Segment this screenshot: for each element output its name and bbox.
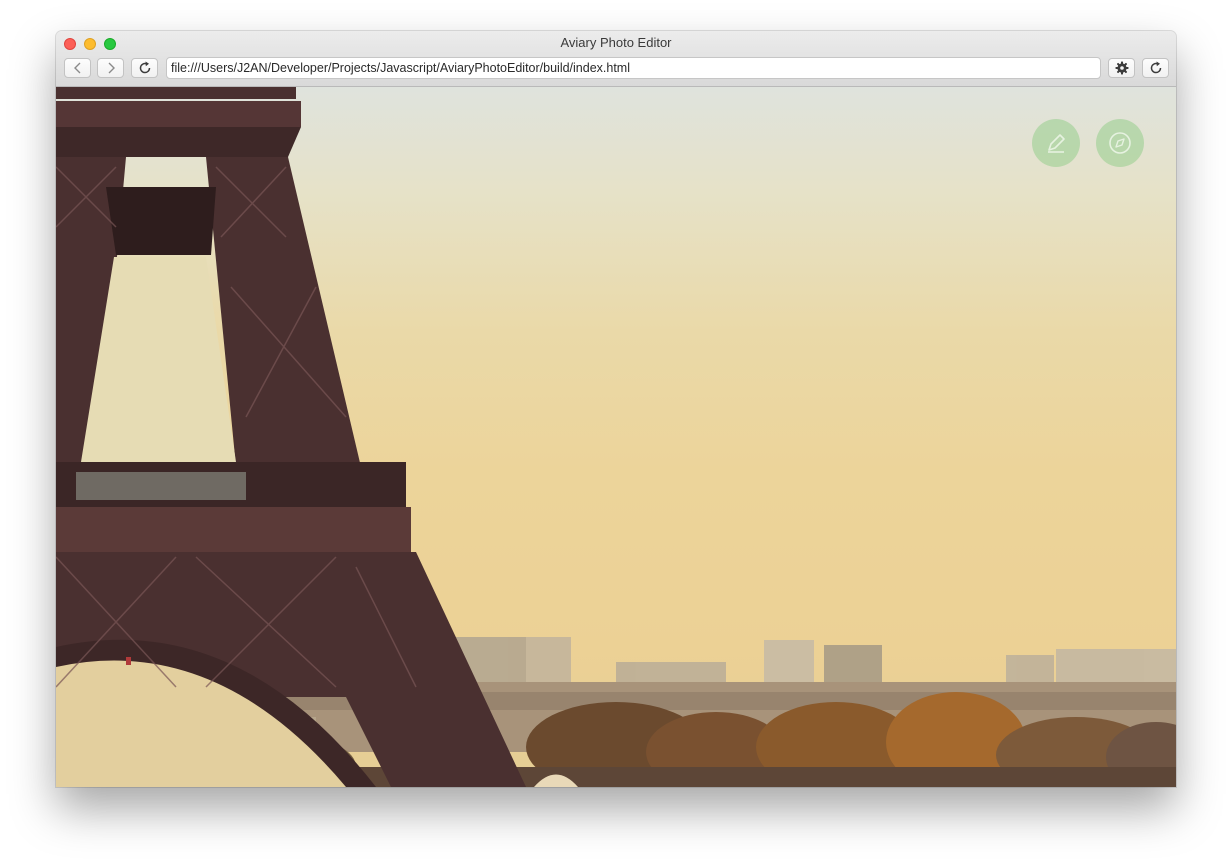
back-button[interactable]	[64, 58, 91, 78]
reload-icon	[139, 61, 150, 74]
eiffel-tower-photo	[56, 87, 1176, 787]
chevron-left-icon	[73, 62, 80, 74]
address-bar[interactable]: file:///Users/J2AN/Developer/Projects/Ja…	[166, 57, 1101, 79]
explore-button[interactable]	[1096, 119, 1144, 167]
pencil-icon	[1048, 134, 1065, 153]
compass-icon	[1109, 132, 1131, 154]
reload-icon	[1150, 61, 1161, 74]
refresh-button[interactable]	[1142, 58, 1169, 78]
reload-button[interactable]	[131, 58, 158, 78]
edit-photo-button[interactable]	[1032, 119, 1080, 167]
photo-viewport	[56, 87, 1176, 787]
tower-structure	[56, 87, 526, 787]
gear-icon	[1115, 61, 1128, 75]
flag	[126, 657, 131, 665]
browser-window: Aviary Photo Editor file:///Users/J2AN/D…	[56, 31, 1176, 787]
chevron-right-icon	[108, 62, 115, 74]
settings-button[interactable]	[1108, 58, 1135, 78]
forward-button[interactable]	[97, 58, 124, 78]
title-bar: Aviary Photo Editor file:///Users/J2AN/D…	[56, 31, 1176, 87]
window-title: Aviary Photo Editor	[560, 35, 672, 50]
